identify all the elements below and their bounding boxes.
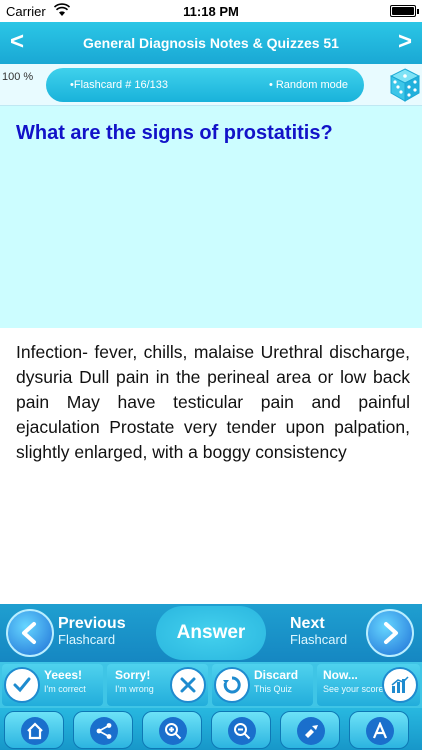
toolbar (0, 708, 422, 750)
flashcard-nav-row: Previous Flashcard Answer Next Flashcard (0, 604, 422, 662)
previous-flashcard-label[interactable]: Previous Flashcard (58, 616, 126, 648)
info-bar: 100 % •Flashcard # 16/133 • Random mode (0, 64, 422, 106)
wrong-button[interactable]: Sorry! I'm wrong (107, 664, 208, 706)
next-sub-label: Flashcard (290, 632, 348, 647)
zoom-in-button[interactable] (142, 711, 202, 749)
checkmark-icon (4, 667, 40, 703)
cross-icon (170, 667, 206, 703)
question-text: What are the signs of prostatitis? (16, 122, 333, 144)
score-sub-label: See your score (323, 684, 384, 694)
discard-sub-label: This Quiz (254, 684, 293, 694)
status-time: 11:18 PM (183, 4, 239, 19)
battery-icon (390, 5, 419, 17)
status-bar: Carrier 11:18 PM (0, 0, 422, 22)
page-title: General Diagnosis Notes & Quizzes 51 (83, 35, 339, 51)
bar-chart-icon (382, 667, 418, 703)
share-button[interactable] (73, 711, 133, 749)
wrong-label: Sorry! (115, 668, 151, 682)
zoom-out-button[interactable] (211, 711, 271, 749)
discard-button[interactable]: Discard This Quiz (212, 664, 313, 706)
previous-button[interactable] (6, 609, 54, 657)
score-row: Yeees! I'm correct Sorry! I'm wrong Disc… (0, 664, 422, 706)
answer-text: Infection- fever, chills, malaise Urethr… (16, 342, 410, 462)
correct-button[interactable]: Yeees! I'm correct (2, 664, 103, 706)
font-button[interactable] (349, 711, 409, 749)
bottom-controls: Previous Flashcard Answer Next Flashcard… (0, 604, 422, 750)
forward-button[interactable]: > (398, 28, 412, 56)
chevron-right-icon (384, 622, 398, 644)
question-panel: What are the signs of prostatitis? (0, 106, 422, 328)
home-button[interactable] (4, 711, 64, 749)
next-label: Next (290, 615, 325, 632)
previous-sub-label: Flashcard (58, 632, 116, 647)
flashcard-info-pill: •Flashcard # 16/133 • Random mode (46, 68, 364, 102)
flashcard-number: •Flashcard # 16/133 (70, 79, 169, 91)
next-flashcard-label[interactable]: Next Flashcard (290, 616, 347, 648)
progress-percent: 100 % (2, 71, 34, 83)
correct-sub-label: I'm correct (44, 684, 86, 694)
answer-button[interactable]: Answer (156, 606, 266, 660)
settings-button[interactable] (280, 711, 340, 749)
wrong-sub-label: I'm wrong (115, 684, 154, 694)
score-button[interactable]: Now... See your score (317, 664, 420, 706)
recycle-icon (214, 667, 250, 703)
next-button[interactable] (366, 609, 414, 657)
correct-label: Yeees! (44, 668, 83, 682)
score-label: Now... (323, 668, 358, 682)
previous-label: Previous (58, 615, 126, 632)
discard-label: Discard (254, 668, 299, 682)
dice-icon[interactable] (389, 68, 421, 102)
random-mode-label[interactable]: • Random mode (269, 79, 348, 91)
answer-panel: Infection- fever, chills, malaise Urethr… (0, 328, 422, 604)
back-button[interactable]: < (10, 28, 24, 56)
chevron-left-icon (22, 622, 36, 644)
navigation-bar: < General Diagnosis Notes & Quizzes 51 > (0, 22, 422, 64)
